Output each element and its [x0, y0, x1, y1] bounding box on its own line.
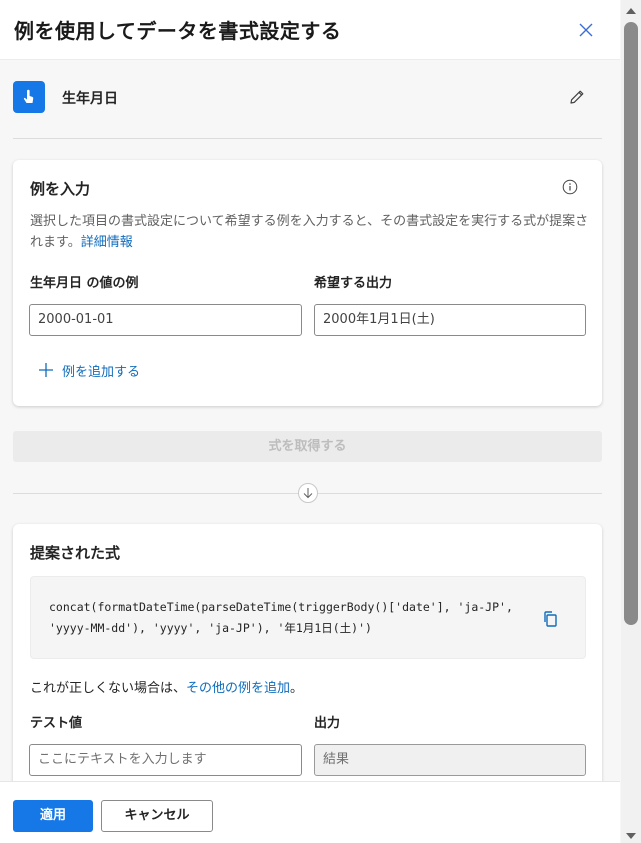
- panel-title: 例を使用してデータを書式設定する: [14, 19, 342, 43]
- add-more-examples-link[interactable]: その他の例を追加: [186, 681, 290, 696]
- not-right-suffix: 。: [290, 681, 304, 696]
- close-icon[interactable]: [576, 20, 596, 40]
- apply-button[interactable]: 適用: [13, 800, 93, 832]
- format-panel: 例を使用してデータを書式設定する 生年月日 例を入力 選択した項目の書式設定につ…: [0, 0, 641, 843]
- examples-card-title: 例を入力: [30, 180, 91, 198]
- add-example-button[interactable]: 例を追加する: [38, 360, 140, 380]
- result-output-field: 結果: [314, 744, 586, 776]
- formula-line: concat(formatDateTime(parseDateTime(trig…: [49, 600, 513, 614]
- output-label: 出力: [314, 716, 341, 731]
- not-right-text: これが正しくない場合は、その他の例を追加。: [30, 677, 303, 696]
- formula-box: concat(formatDateTime(parseDateTime(trig…: [30, 576, 586, 659]
- get-formula-button[interactable]: 式を取得する: [13, 431, 602, 462]
- arrow-down-icon: [298, 483, 318, 503]
- suggested-formula-title: 提案された式: [30, 544, 121, 562]
- divider: [13, 138, 602, 139]
- value-example-label: 生年月日 の値の例: [30, 276, 139, 291]
- panel-footer: 適用 キャンセル: [0, 781, 620, 843]
- scroll-down-arrow-icon[interactable]: [625, 829, 637, 839]
- learn-more-link[interactable]: 詳細情報: [81, 235, 133, 250]
- value-example-input[interactable]: 2000-01-01: [29, 304, 302, 336]
- not-right-prefix: これが正しくない場合は、: [30, 681, 187, 696]
- desired-output-input[interactable]: 2000年1月1日(土): [314, 304, 586, 336]
- vertical-scrollbar[interactable]: [621, 0, 641, 843]
- examples-description: 選択した項目の書式設定について希望する例を入力すると、その書式設定を実行する式が…: [30, 211, 590, 253]
- trigger-row: 生年月日: [13, 81, 603, 115]
- copy-icon[interactable]: [542, 610, 558, 628]
- formula-line: 'yyyy-MM-dd'), 'yyyy', 'ja-JP'), '年1月1日(…: [49, 621, 372, 635]
- test-value-input[interactable]: ここにテキストを入力します: [29, 744, 302, 776]
- cancel-button[interactable]: キャンセル: [101, 800, 213, 832]
- test-value-label: テスト値: [30, 716, 83, 731]
- panel-header: 例を使用してデータを書式設定する: [0, 0, 620, 60]
- plus-icon: [39, 363, 53, 377]
- scrollbar-thumb[interactable]: [624, 22, 638, 625]
- info-icon[interactable]: [562, 179, 578, 195]
- pencil-icon[interactable]: [568, 88, 586, 106]
- scroll-up-arrow-icon[interactable]: [625, 4, 637, 14]
- add-example-label: 例を追加する: [62, 364, 141, 380]
- formula-text: concat(formatDateTime(parseDateTime(trig…: [49, 597, 529, 639]
- tap-hand-icon: [13, 81, 45, 113]
- examples-card: 例を入力 選択した項目の書式設定について希望する例を入力すると、その書式設定を実…: [13, 160, 602, 406]
- trigger-field-label: 生年月日: [62, 91, 118, 107]
- desired-output-label: 希望する出力: [314, 276, 393, 291]
